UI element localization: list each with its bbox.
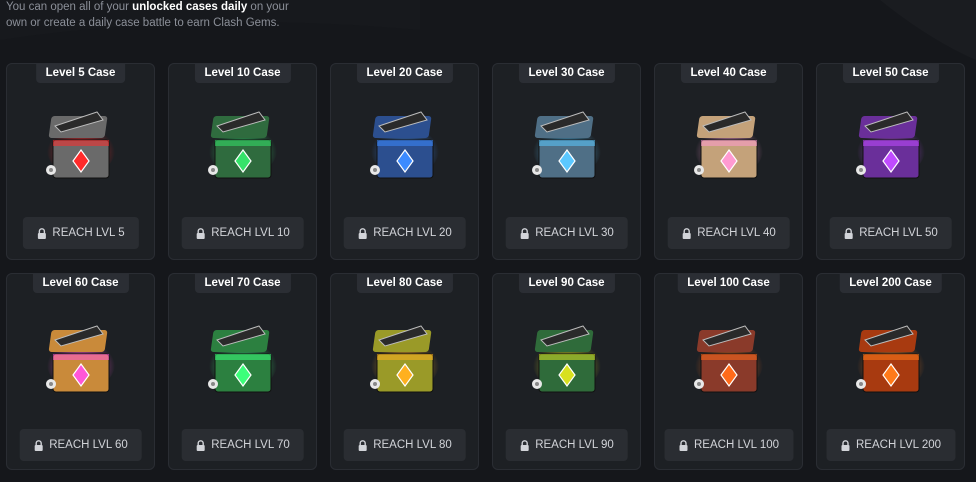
reach-level-button[interactable]: REACH LVL 60 <box>19 429 142 461</box>
case-icon <box>45 111 115 179</box>
lock-icon <box>682 227 691 239</box>
case-card[interactable]: Level 70 Case REACH LVL 70 <box>168 273 317 470</box>
reach-level-button[interactable]: REACH LVL 200 <box>825 429 956 461</box>
case-icon <box>207 111 277 179</box>
lock-icon <box>358 439 367 451</box>
lock-icon <box>196 227 205 239</box>
case-card[interactable]: Level 30 Case REACH LVL 30 <box>492 63 641 260</box>
reach-level-button[interactable]: REACH LVL 30 <box>505 217 628 249</box>
reach-level-label: REACH LVL 80 <box>373 439 452 451</box>
reach-level-label: REACH LVL 70 <box>211 439 290 451</box>
case-name: Level 60 Case <box>32 274 129 293</box>
reach-level-label: REACH LVL 20 <box>373 227 452 239</box>
lock-icon <box>358 227 367 239</box>
case-card[interactable]: Level 100 Case REACH LVL 100 <box>654 273 803 470</box>
reach-level-label: REACH LVL 100 <box>693 439 780 451</box>
intro-before: You can open all of your <box>6 1 133 13</box>
case-card[interactable]: Level 40 Case REACH LVL 40 <box>654 63 803 260</box>
case-grid: Level 5 Case REACH LVL 5 Level 10 Case REAC… <box>6 63 965 470</box>
case-card[interactable]: Level 60 Case REACH LVL 60 <box>6 273 155 470</box>
reach-level-label: REACH LVL 5 <box>52 227 125 239</box>
case-name: Level 200 Case <box>839 274 942 293</box>
lock-icon <box>844 227 853 239</box>
reach-level-label: REACH LVL 200 <box>855 439 942 451</box>
reach-level-button[interactable]: REACH LVL 10 <box>181 217 304 249</box>
case-card[interactable]: Level 200 Case REACH LVL 200 <box>816 273 965 470</box>
reach-level-button[interactable]: REACH LVL 50 <box>829 217 952 249</box>
lock-icon <box>520 227 529 239</box>
case-name: Level 40 Case <box>680 64 777 83</box>
case-name: Level 90 Case <box>518 274 615 293</box>
lock-icon <box>34 439 43 451</box>
case-name: Level 10 Case <box>194 64 291 83</box>
case-icon <box>693 325 763 393</box>
case-name: Level 5 Case <box>35 64 126 83</box>
case-name: Level 30 Case <box>518 64 615 83</box>
reach-level-button[interactable]: REACH LVL 100 <box>663 429 794 461</box>
case-card[interactable]: Level 20 Case REACH LVL 20 <box>330 63 479 260</box>
reach-level-button[interactable]: REACH LVL 20 <box>343 217 466 249</box>
reach-level-button[interactable]: REACH LVL 90 <box>505 429 628 461</box>
case-icon <box>531 111 601 179</box>
case-name: Level 70 Case <box>194 274 291 293</box>
case-icon <box>531 325 601 393</box>
case-card[interactable]: Level 90 Case REACH LVL 90 <box>492 273 641 470</box>
case-name: Level 80 Case <box>356 274 453 293</box>
case-icon <box>693 111 763 179</box>
case-name: Level 100 Case <box>677 274 780 293</box>
reach-level-label: REACH LVL 30 <box>535 227 614 239</box>
reach-level-label: REACH LVL 40 <box>697 227 776 239</box>
case-card[interactable]: Level 10 Case REACH LVL 10 <box>168 63 317 260</box>
case-icon <box>855 111 925 179</box>
lock-icon <box>37 227 46 239</box>
reach-level-button[interactable]: REACH LVL 70 <box>181 429 304 461</box>
reach-level-label: REACH LVL 50 <box>859 227 938 239</box>
case-icon <box>207 325 277 393</box>
case-icon <box>855 325 925 393</box>
case-card[interactable]: Level 80 Case REACH LVL 80 <box>330 273 479 470</box>
lock-icon <box>520 439 529 451</box>
lock-icon <box>840 439 849 451</box>
lock-icon <box>678 439 687 451</box>
case-icon <box>369 325 439 393</box>
case-card[interactable]: Level 50 Case REACH LVL 50 <box>816 63 965 260</box>
case-icon <box>369 111 439 179</box>
intro-bold: unlocked cases daily <box>132 1 248 13</box>
reach-level-label: REACH LVL 10 <box>211 227 290 239</box>
reach-level-button[interactable]: REACH LVL 80 <box>343 429 466 461</box>
reach-level-button[interactable]: REACH LVL 40 <box>667 217 790 249</box>
lock-icon <box>196 439 205 451</box>
intro-text: You can open all of your unlocked cases … <box>6 0 306 31</box>
case-card[interactable]: Level 5 Case REACH LVL 5 <box>6 63 155 260</box>
reach-level-label: REACH LVL 90 <box>535 439 614 451</box>
reach-level-button[interactable]: REACH LVL 5 <box>22 217 139 249</box>
reach-level-label: REACH LVL 60 <box>49 439 128 451</box>
case-name: Level 20 Case <box>356 64 453 83</box>
case-icon <box>45 325 115 393</box>
case-name: Level 50 Case <box>842 64 939 83</box>
